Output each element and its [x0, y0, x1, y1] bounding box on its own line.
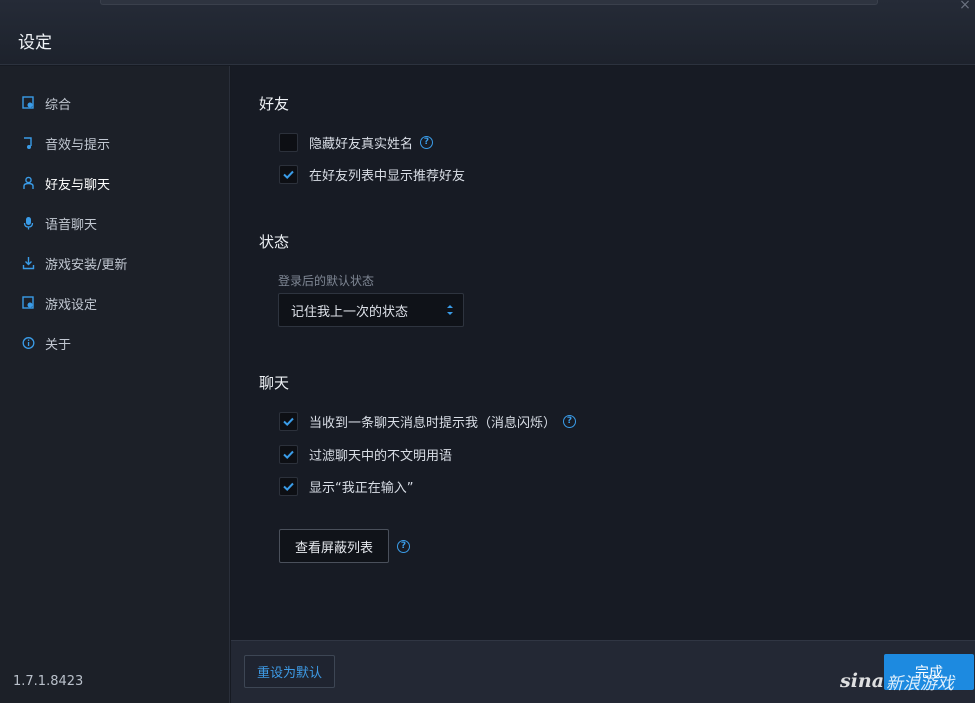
close-icon[interactable]: ×: [958, 0, 972, 12]
sidebar-item-label: 游戏设定: [45, 297, 98, 313]
checkbox-checked[interactable]: [279, 164, 298, 184]
help-icon[interactable]: ?: [420, 135, 434, 149]
checkmark-icon: [283, 482, 294, 491]
view-blocklist-button[interactable]: 查看屏蔽列表: [279, 529, 389, 563]
settings-page-icon: [22, 96, 35, 110]
updown-arrows-icon: [447, 305, 453, 315]
microphone-icon: [22, 216, 35, 230]
select-value: 记住我上一次的状态: [291, 304, 409, 320]
reset-defaults-button[interactable]: 重设为默认: [244, 655, 335, 688]
section-title-status: 状态: [259, 233, 290, 251]
option-label: 显示“我正在输入”: [309, 480, 414, 496]
help-icon[interactable]: ?: [563, 414, 577, 428]
option-hide-real-name[interactable]: 隐藏好友真实姓名 ?: [279, 132, 434, 152]
sidebar-item-game-settings[interactable]: 游戏设定: [22, 293, 97, 313]
header-top-tab: [100, 0, 878, 5]
checkmark-icon: [283, 417, 294, 426]
sidebar-item-about[interactable]: 关于: [22, 333, 71, 353]
option-show-typing[interactable]: 显示“我正在输入”: [279, 476, 413, 496]
checkmark-icon: [283, 450, 294, 459]
sidebar-item-label: 关于: [45, 337, 72, 353]
sidebar-item-friends-chat[interactable]: 好友与聊天: [22, 173, 110, 193]
window-title: 设定: [18, 33, 52, 53]
settings-footer: 重设为默认 完成: [231, 640, 975, 703]
default-status-select[interactable]: 记住我上一次的状态: [278, 293, 464, 327]
sidebar-item-label: 语音聊天: [45, 217, 98, 233]
section-title-friends: 好友: [259, 95, 290, 113]
game-settings-icon: [22, 296, 35, 310]
checkbox-unchecked[interactable]: [279, 132, 298, 152]
help-icon[interactable]: ?: [397, 540, 410, 553]
option-chat-flash[interactable]: 当收到一条聊天消息时提示我（消息闪烁） ?: [279, 411, 577, 431]
option-filter-profanity[interactable]: 过滤聊天中的不文明用语: [279, 444, 452, 464]
option-show-suggested-friends[interactable]: 在好友列表中显示推荐好友: [279, 164, 465, 184]
done-button[interactable]: 完成: [884, 654, 974, 690]
option-label: 隐藏好友真实姓名: [309, 136, 414, 152]
sidebar-item-voice-chat[interactable]: 语音聊天: [22, 213, 97, 233]
settings-window: 设定 × 综合 音效与提示 好友与聊天 语音聊天 游戏安装/更新 游戏设定 关于…: [0, 0, 975, 703]
checkmark-icon: [283, 170, 294, 179]
section-title-chat: 聊天: [259, 374, 290, 392]
sidebar-item-label: 游戏安装/更新: [45, 257, 128, 273]
settings-content: 好友 隐藏好友真实姓名 ? 在好友列表中显示推荐好友 状态 登录后的默认状态 记…: [231, 66, 975, 640]
checkbox-checked[interactable]: [279, 476, 298, 496]
checkbox-checked[interactable]: [279, 411, 298, 431]
sidebar-item-general[interactable]: 综合: [22, 93, 71, 113]
sidebar-item-sound[interactable]: 音效与提示: [22, 133, 110, 153]
person-icon: [22, 176, 35, 190]
sidebar-item-label: 音效与提示: [45, 137, 111, 153]
music-note-icon: [22, 136, 35, 150]
option-label: 在好友列表中显示推荐好友: [309, 168, 466, 184]
download-icon: [22, 256, 35, 270]
info-icon: [22, 336, 35, 350]
option-label: 当收到一条聊天消息时提示我（消息闪烁）: [309, 415, 557, 431]
option-label: 过滤聊天中的不文明用语: [309, 448, 453, 464]
sidebar-item-game-install[interactable]: 游戏安装/更新: [22, 253, 127, 273]
version-label: 1.7.1.8423: [13, 674, 84, 689]
sidebar-item-label: 综合: [45, 97, 72, 113]
window-header: 设定 ×: [0, 0, 975, 65]
checkbox-checked[interactable]: [279, 444, 298, 464]
default-status-label: 登录后的默认状态: [278, 274, 375, 288]
settings-sidebar: 综合 音效与提示 好友与聊天 语音聊天 游戏安装/更新 游戏设定 关于 1.7.…: [0, 66, 230, 703]
sidebar-item-label: 好友与聊天: [45, 177, 111, 193]
